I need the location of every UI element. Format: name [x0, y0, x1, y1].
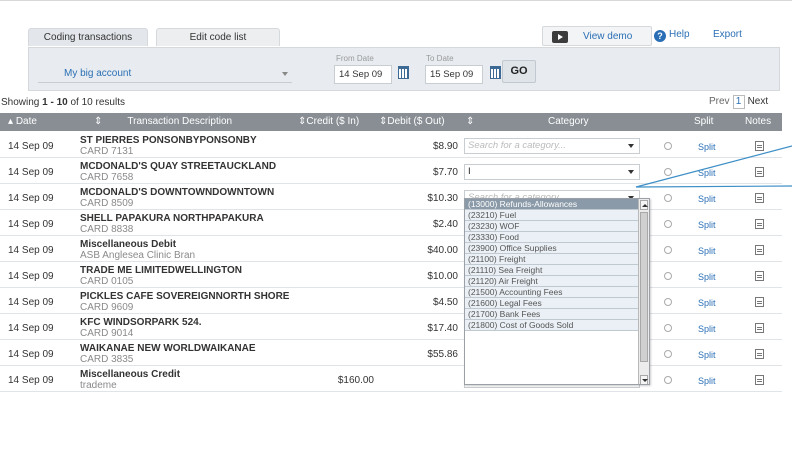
callout-pointer — [635, 145, 792, 188]
callout-line — [635, 145, 792, 188]
app-frame: Coding transactions Edit code list View … — [0, 0, 792, 468]
callout-line — [635, 185, 792, 188]
